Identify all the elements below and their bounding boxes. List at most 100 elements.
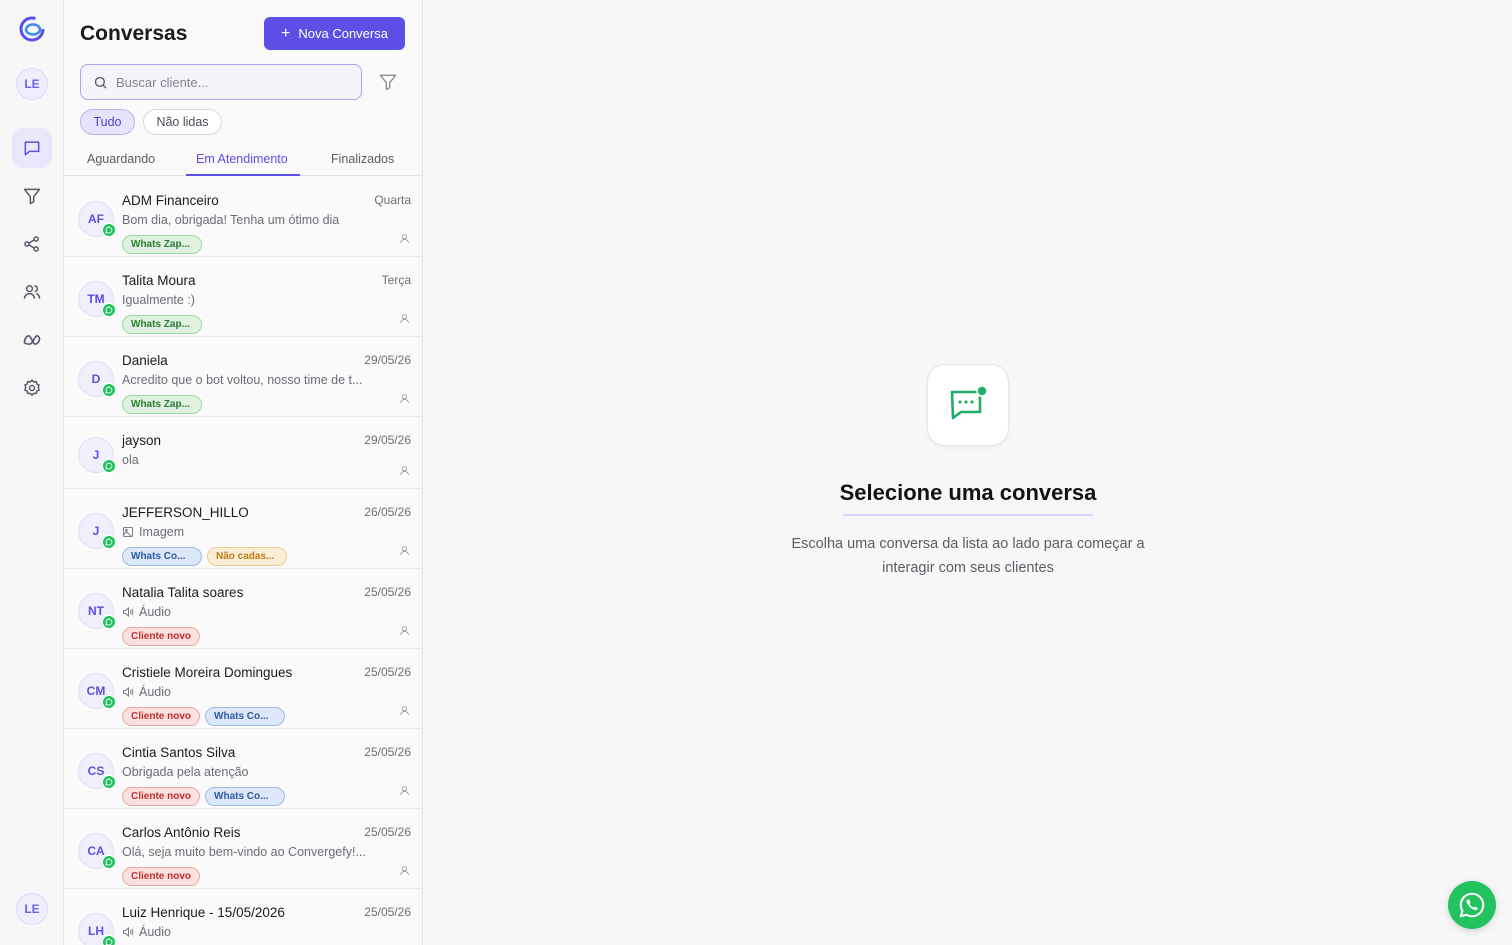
tag-list: Whats Zap... bbox=[122, 315, 202, 334]
contact-name: Daniela bbox=[122, 353, 168, 368]
contact-name: Cristiele Moreira Domingues bbox=[122, 665, 293, 680]
conversation-row[interactable]: D Daniela 29/05/26 Acredito que o bot volto… bbox=[64, 337, 422, 417]
conversation-row[interactable]: J JEFFERSON_HILLO 26/05/26 Imagem Whats Co..… bbox=[64, 489, 422, 569]
nav-conversations[interactable] bbox=[12, 128, 52, 168]
nav-funnel[interactable] bbox=[12, 176, 52, 216]
audio-icon bbox=[123, 606, 134, 618]
chip-all[interactable]: Tudo bbox=[80, 109, 135, 135]
contact-name: ADM Financeiro bbox=[122, 193, 219, 208]
conversation-row[interactable]: NT Natalia Talita soares 25/05/26 Áudio Clie… bbox=[64, 569, 422, 649]
contact-name: Luiz Henrique - 15/05/2026 bbox=[122, 905, 285, 920]
tag-list: Whats Zap... bbox=[122, 235, 202, 254]
last-message-text: Igualmente :) bbox=[122, 293, 195, 307]
contact-name: Natalia Talita soares bbox=[122, 585, 244, 600]
last-message: ola bbox=[122, 453, 139, 467]
label-tag: Cliente novo bbox=[122, 627, 201, 646]
filter-icon[interactable] bbox=[378, 72, 398, 92]
tag-list: Cliente novo Whats Co... bbox=[122, 707, 286, 726]
tab-waiting[interactable]: Aguardando bbox=[87, 152, 155, 166]
whatsapp-icon bbox=[1459, 892, 1485, 918]
last-message-text: Bom dia, obrigada! Tenha um ótimo dia bbox=[122, 213, 340, 227]
contact-name: Talita Moura bbox=[122, 273, 196, 288]
tag-list: Whats Zap... bbox=[122, 395, 202, 414]
empty-state-underline bbox=[843, 514, 1093, 516]
contact-name: jayson bbox=[122, 433, 162, 448]
tab-finished[interactable]: Finalizados bbox=[331, 152, 394, 166]
label-tag: Whats Zap... bbox=[122, 315, 202, 334]
user-icon bbox=[400, 626, 409, 636]
user-icon bbox=[400, 234, 409, 244]
empty-state-icon-box bbox=[927, 364, 1009, 446]
empty-state-title: Selecione uma conversa bbox=[839, 480, 1097, 505]
user-icon bbox=[400, 394, 409, 404]
audio-icon bbox=[123, 926, 134, 938]
app-logo-icon[interactable] bbox=[18, 15, 46, 43]
conversation-row[interactable]: CS Cintia Santos Silva 25/05/26 Obrigada pe… bbox=[64, 729, 422, 809]
conversation-date: 25/05/26 bbox=[364, 825, 411, 839]
conversation-row[interactable]: LH Luiz Henrique - 15/05/2026 25/05/26 Áudi… bbox=[64, 889, 422, 945]
nav-meta[interactable] bbox=[12, 320, 52, 360]
last-message: Áudio bbox=[122, 685, 171, 699]
conversation-row[interactable]: AF ADM Financeiro Quarta Bom dia, obrigada!… bbox=[64, 177, 422, 257]
whatsapp-badge-icon bbox=[102, 935, 116, 945]
conversation-row[interactable]: CM Cristiele Moreira Domingues 25/05/26 Áud… bbox=[64, 649, 422, 729]
label-tag: Cliente novo bbox=[122, 787, 201, 806]
conversation-date: 25/05/26 bbox=[364, 585, 411, 599]
conversation-date: 25/05/26 bbox=[364, 665, 411, 679]
conversation-row[interactable]: TM Talita Moura Terça Igualmente :) Whats Za… bbox=[64, 257, 422, 337]
image-icon bbox=[123, 527, 133, 537]
label-tag: Cliente novo bbox=[122, 867, 201, 886]
last-message-text: Áudio bbox=[139, 685, 171, 699]
conversation-date: 29/05/26 bbox=[364, 353, 411, 367]
chip-unread[interactable]: Não lidas bbox=[143, 109, 222, 135]
user-avatar[interactable]: LE bbox=[16, 68, 48, 100]
last-message: Bom dia, obrigada! Tenha um ótimo dia bbox=[122, 213, 339, 227]
whatsapp-badge-icon bbox=[102, 223, 116, 237]
user-icon bbox=[400, 866, 409, 876]
conversation-date: 29/05/26 bbox=[364, 433, 411, 447]
whatsapp-badge-icon bbox=[102, 695, 116, 709]
last-message-text: Acredito que o bot voltou, nosso time de… bbox=[122, 373, 363, 387]
tab-in-progress[interactable]: Em Atendimento bbox=[196, 152, 288, 166]
last-message-text: ola bbox=[122, 453, 139, 467]
chat-bubble-icon bbox=[950, 385, 988, 420]
conversation-row[interactable]: Jjayson 29/05/26 ola bbox=[64, 417, 422, 489]
search-input[interactable] bbox=[116, 74, 346, 90]
last-message: Áudio bbox=[122, 605, 171, 619]
whatsapp-badge-icon bbox=[102, 855, 116, 869]
conversation-date: 25/05/26 bbox=[364, 905, 411, 919]
label-tag: Whats Co... bbox=[205, 787, 286, 806]
last-message-text: Obrigada pela atenção bbox=[122, 765, 249, 779]
user-icon bbox=[400, 314, 409, 324]
new-conversation-button[interactable]: + Nova Conversa bbox=[264, 17, 405, 50]
last-message-text: Imagem bbox=[139, 525, 185, 539]
user-icon bbox=[400, 466, 409, 476]
audio-icon bbox=[123, 686, 134, 698]
conversation-date: Quarta bbox=[374, 193, 411, 207]
gear-icon bbox=[23, 378, 41, 397]
last-message-text: Áudio bbox=[139, 605, 171, 619]
whatsapp-badge-icon bbox=[102, 615, 116, 629]
tag-list: Whats Co... Não cadas... bbox=[122, 547, 287, 566]
contact-name: JEFFERSON_HILLO bbox=[122, 505, 249, 520]
chat-icon bbox=[24, 141, 40, 156]
plus-icon: + bbox=[281, 24, 291, 42]
profile-avatar[interactable]: LE bbox=[16, 893, 48, 925]
nav-settings[interactable] bbox=[12, 368, 52, 408]
users-icon bbox=[23, 285, 41, 299]
whatsapp-floating-button[interactable] bbox=[1448, 881, 1496, 929]
conversation-row[interactable]: CA Carlos Antônio Reis 25/05/26 Olá, seja m… bbox=[64, 809, 422, 889]
nav-integrations[interactable] bbox=[12, 224, 52, 264]
contact-name: Cintia Santos Silva bbox=[122, 745, 236, 760]
page-title: Conversas bbox=[80, 22, 188, 45]
whatsapp-badge-icon bbox=[102, 383, 116, 397]
label-tag: Não cadas... bbox=[207, 547, 287, 566]
meta-icon bbox=[23, 334, 41, 346]
nav-contacts[interactable] bbox=[12, 272, 52, 312]
last-message: Igualmente :) bbox=[122, 293, 195, 307]
tag-list: Cliente novo bbox=[122, 627, 201, 646]
label-tag: Whats Co... bbox=[205, 707, 286, 726]
search-icon bbox=[94, 76, 107, 89]
label-tag: Whats Zap... bbox=[122, 235, 202, 254]
last-message: Olá, seja muito bem-vindo ao Convergefy!… bbox=[122, 845, 366, 859]
